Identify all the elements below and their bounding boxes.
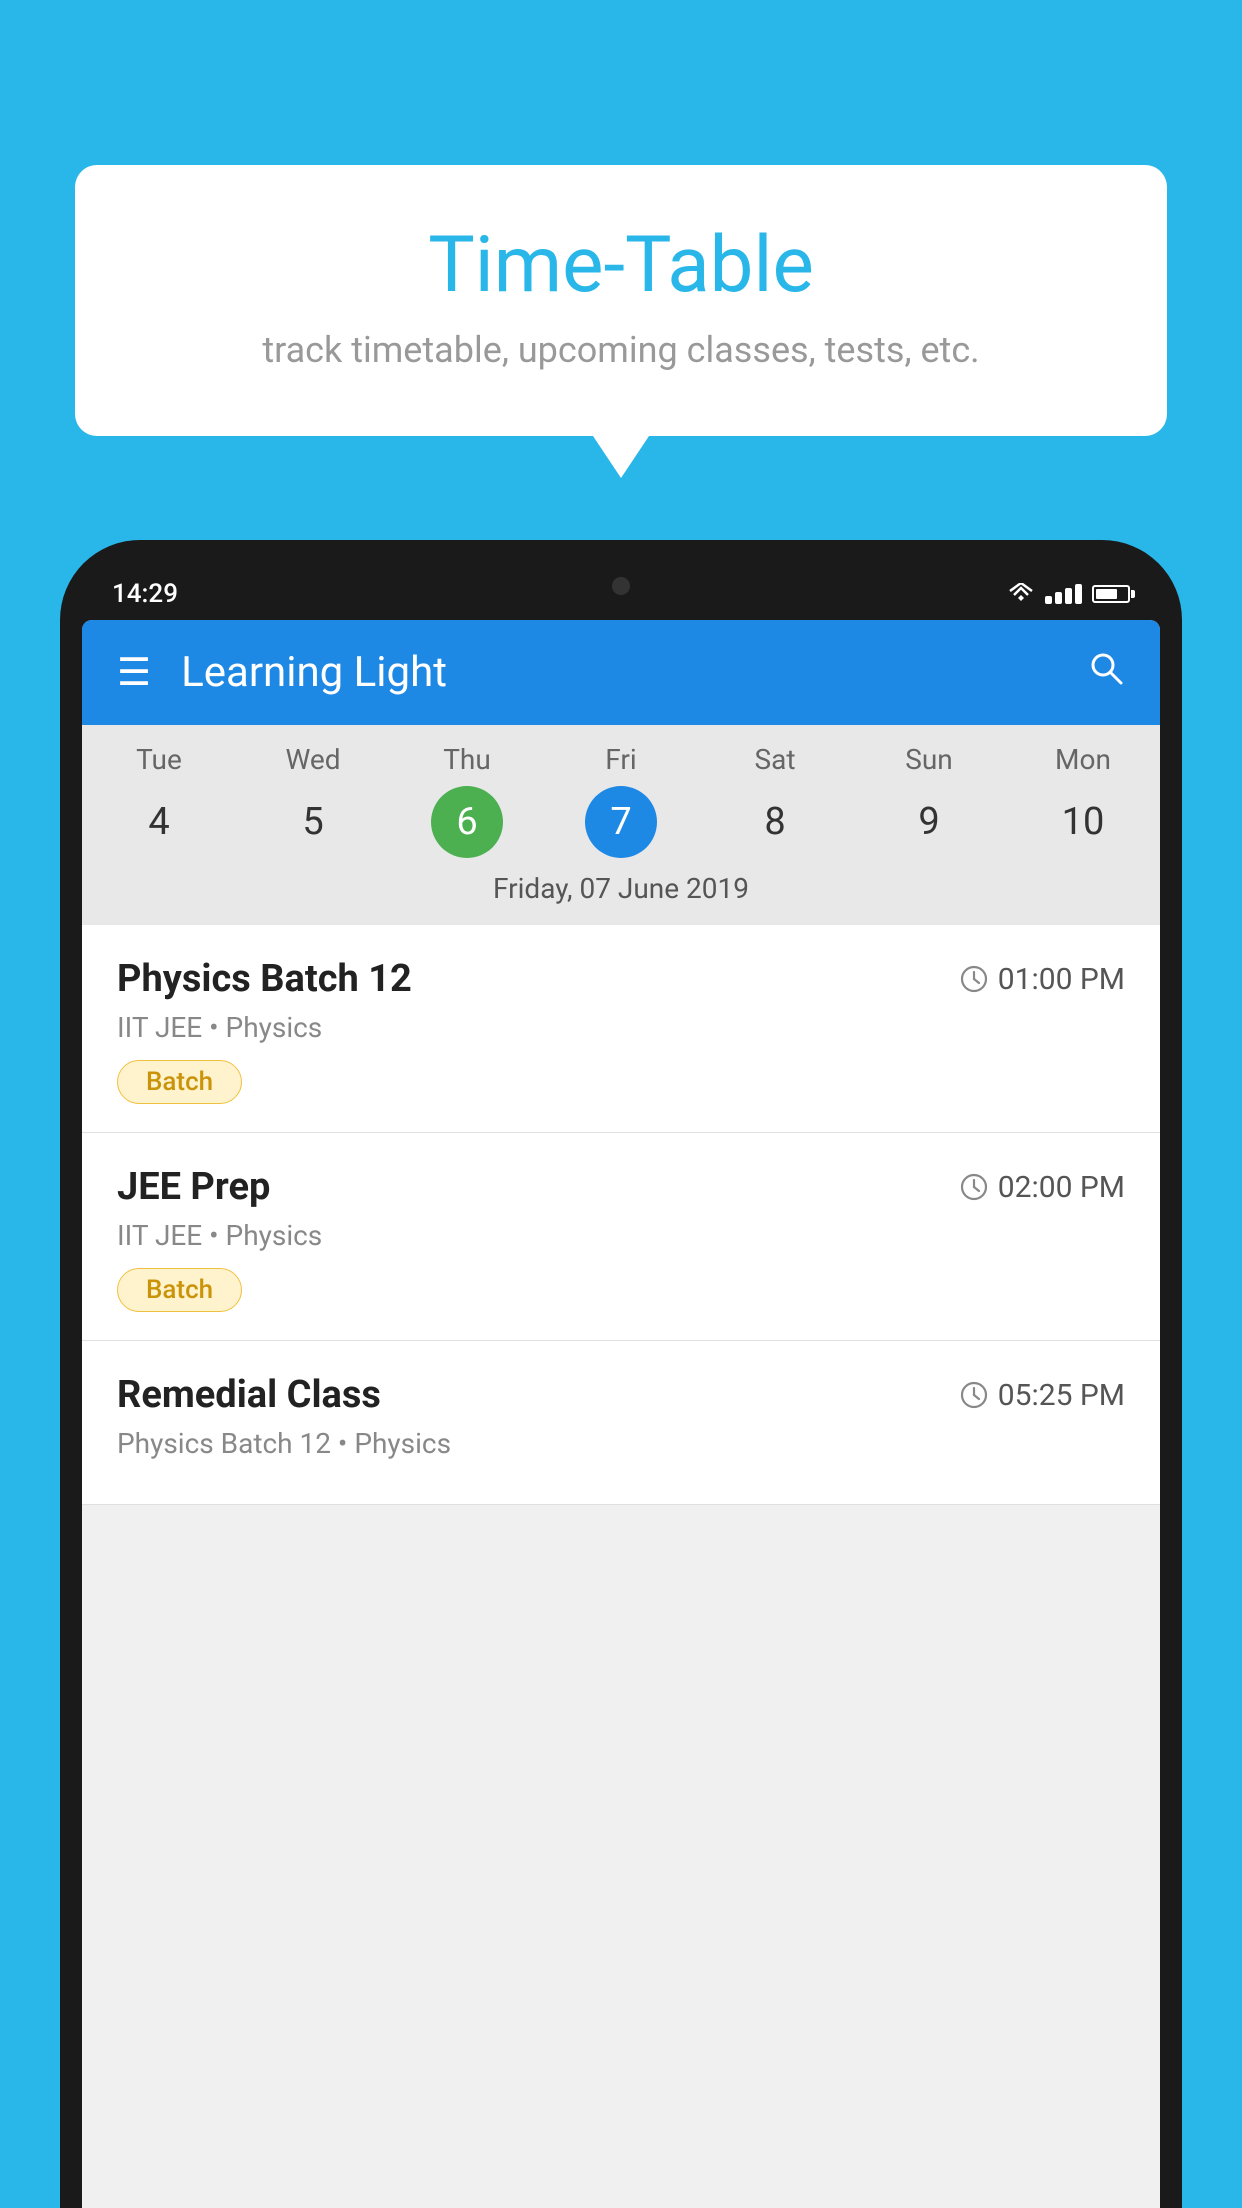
schedule-item-1-header: Physics Batch 12 01:00 PM — [117, 957, 1125, 1001]
bubble-title: Time-Table — [135, 220, 1107, 311]
status-bar: 14:29 — [82, 568, 1160, 620]
schedule-item-2-subtitle: IIT JEE • Physics — [117, 1219, 1125, 1252]
day-header-fri: Fri — [544, 743, 698, 776]
schedule-item-3-header: Remedial Class 05:25 PM — [117, 1373, 1125, 1417]
schedule-item-1-subtitle: IIT JEE • Physics — [117, 1011, 1125, 1044]
day-numbers: 4 5 6 7 8 9 10 — [82, 786, 1160, 858]
camera-dot — [612, 577, 630, 595]
app-bar: ☰ Learning Light — [82, 620, 1160, 725]
day-6-today[interactable]: 6 — [431, 786, 503, 858]
schedule-item-1-title: Physics Batch 12 — [117, 957, 412, 1001]
status-time: 14:29 — [112, 579, 178, 609]
speech-bubble: Time-Table track timetable, upcoming cla… — [75, 165, 1167, 436]
phone-outer: 14:29 — [60, 540, 1182, 2208]
phone-mockup: 14:29 — [60, 540, 1182, 2208]
app-bar-title: Learning Light — [181, 648, 1057, 697]
selected-date-label: Friday, 07 June 2019 — [82, 872, 1160, 915]
clock-icon-1 — [960, 965, 988, 993]
day-header-wed: Wed — [236, 743, 390, 776]
schedule-item-3-time: 05:25 PM — [960, 1378, 1125, 1413]
day-8[interactable]: 8 — [698, 786, 852, 858]
schedule-list: Physics Batch 12 01:00 PM IIT JEE • Phys… — [82, 925, 1160, 1505]
signal-icon — [1045, 584, 1082, 604]
calendar-strip: Tue Wed Thu Fri Sat Sun Mon 4 5 6 7 8 9 … — [82, 725, 1160, 925]
schedule-item-2-badge: Batch — [117, 1268, 242, 1312]
schedule-item-1-time: 01:00 PM — [960, 962, 1125, 997]
schedule-item-2-header: JEE Prep 02:00 PM — [117, 1165, 1125, 1209]
schedule-item-1-badge: Batch — [117, 1060, 242, 1104]
day-header-mon: Mon — [1006, 743, 1160, 776]
day-9[interactable]: 9 — [852, 786, 1006, 858]
hamburger-icon[interactable]: ☰ — [117, 654, 151, 692]
day-header-sun: Sun — [852, 743, 1006, 776]
schedule-item-2-title: JEE Prep — [117, 1165, 270, 1209]
battery-icon — [1092, 585, 1130, 603]
search-icon[interactable] — [1087, 649, 1125, 697]
clock-icon-2 — [960, 1173, 988, 1201]
day-header-tue: Tue — [82, 743, 236, 776]
schedule-item-3-title: Remedial Class — [117, 1373, 381, 1417]
schedule-item-2-time: 02:00 PM — [960, 1170, 1125, 1205]
schedule-item-2[interactable]: JEE Prep 02:00 PM IIT JEE • Physics Batc… — [82, 1133, 1160, 1341]
clock-icon-3 — [960, 1381, 988, 1409]
day-header-thu: Thu — [390, 743, 544, 776]
day-10[interactable]: 10 — [1006, 786, 1160, 858]
notch — [561, 568, 681, 604]
phone-screen: ☰ Learning Light Tue Wed Thu Fri Sat — [82, 620, 1160, 2208]
day-5[interactable]: 5 — [236, 786, 390, 858]
bubble-subtitle: track timetable, upcoming classes, tests… — [135, 329, 1107, 371]
status-icons — [1007, 583, 1130, 605]
day-4[interactable]: 4 — [82, 786, 236, 858]
schedule-item-3[interactable]: Remedial Class 05:25 PM Physics Batch 12… — [82, 1341, 1160, 1505]
schedule-item-3-subtitle: Physics Batch 12 • Physics — [117, 1427, 1125, 1460]
wifi-icon — [1007, 583, 1035, 605]
day-7-selected[interactable]: 7 — [585, 786, 657, 858]
day-headers: Tue Wed Thu Fri Sat Sun Mon — [82, 743, 1160, 776]
day-header-sat: Sat — [698, 743, 852, 776]
schedule-item-1[interactable]: Physics Batch 12 01:00 PM IIT JEE • Phys… — [82, 925, 1160, 1133]
